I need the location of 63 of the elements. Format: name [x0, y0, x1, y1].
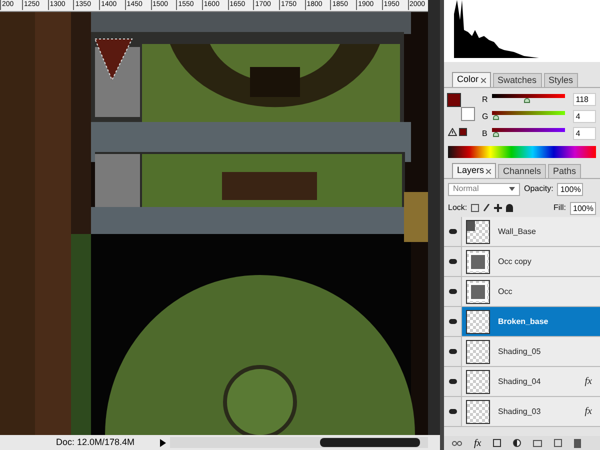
- color-swatch[interactable]: [459, 128, 467, 136]
- add-effect-button[interactable]: fx: [474, 436, 482, 450]
- channel-label: R: [482, 94, 488, 106]
- move-icon[interactable]: [494, 204, 502, 212]
- lock-label: Lock:: [448, 202, 468, 214]
- eye-icon[interactable]: [448, 229, 456, 234]
- channel-slider[interactable]: [492, 94, 565, 105]
- channel-value-field[interactable]: 118: [572, 93, 596, 106]
- fill-field[interactable]: 100%: [570, 202, 596, 214]
- vertical-scrollbar[interactable]: [440, 0, 444, 450]
- document-size: Doc: 12.0M/178.4M: [56, 436, 136, 449]
- channel-label: B: [482, 128, 488, 140]
- lock-icon[interactable]: [506, 204, 514, 212]
- close-icon[interactable]: [480, 78, 486, 82]
- color-spectrum[interactable]: [448, 146, 596, 158]
- panel-tab[interactable]: Swatches: [492, 73, 542, 87]
- triangle-icon[interactable]: [160, 438, 166, 446]
- channel-slider[interactable]: [492, 111, 565, 122]
- background-swatch[interactable]: [461, 107, 475, 121]
- eye-icon[interactable]: [448, 379, 456, 384]
- slider-thumb[interactable]: [493, 115, 500, 120]
- layer-row[interactable]: Wall_Base: [462, 217, 600, 246]
- trash-icon[interactable]: [574, 438, 582, 448]
- brush-icon[interactable]: [483, 204, 490, 212]
- eye-icon[interactable]: [448, 259, 456, 264]
- panel-tab[interactable]: Channels: [498, 164, 546, 178]
- channel-value-field[interactable]: 4: [572, 127, 596, 140]
- new-layer-icon[interactable]: [554, 439, 562, 447]
- panel-tab[interactable]: Styles: [544, 73, 578, 87]
- channel-value-field[interactable]: 4: [572, 110, 596, 123]
- eye-icon[interactable]: [448, 289, 456, 294]
- effects-label[interactable]: fx: [584, 374, 592, 389]
- layer-row[interactable]: Occ copy: [462, 247, 600, 276]
- channel-slider[interactable]: [492, 128, 565, 139]
- layer-row[interactable]: Broken_base: [462, 307, 600, 336]
- close-icon[interactable]: [486, 168, 492, 174]
- caret-icon: [509, 187, 515, 191]
- panel-tab[interactable]: Paths: [548, 164, 582, 178]
- opacity-field[interactable]: 100%: [557, 182, 584, 196]
- slider-thumb[interactable]: [493, 132, 500, 137]
- layer-row[interactable]: Shading_05: [462, 337, 600, 366]
- warning-icon[interactable]: [448, 128, 457, 136]
- link-icon[interactable]: [452, 440, 462, 446]
- layer-row[interactable]: Shading_03 fx: [462, 397, 600, 426]
- mask-icon[interactable]: [493, 439, 502, 447]
- layer-row[interactable]: Occ: [462, 277, 600, 306]
- adjustment-icon[interactable]: [513, 439, 522, 447]
- effects-label[interactable]: fx: [584, 404, 592, 419]
- folder-icon[interactable]: [533, 440, 542, 446]
- panel-tab[interactable]: Color: [452, 72, 491, 87]
- panel-tab[interactable]: Layers: [452, 163, 496, 178]
- fill-label: Fill:: [554, 202, 566, 214]
- layer-row[interactable]: Shading_04 fx: [462, 367, 600, 396]
- eye-icon[interactable]: [448, 409, 456, 414]
- slider-thumb[interactable]: [524, 98, 530, 103]
- channel-label: G: [482, 110, 488, 122]
- eye-icon[interactable]: [448, 319, 456, 324]
- lock-transparency-icon[interactable]: [471, 204, 480, 212]
- blend-mode-dropdown[interactable]: Normal: [448, 182, 520, 196]
- foreground-swatch[interactable]: [447, 93, 461, 107]
- horizontal-scrollbar[interactable]: [170, 437, 428, 448]
- opacity-label: Opacity:: [524, 183, 554, 195]
- eye-icon[interactable]: [448, 349, 456, 354]
